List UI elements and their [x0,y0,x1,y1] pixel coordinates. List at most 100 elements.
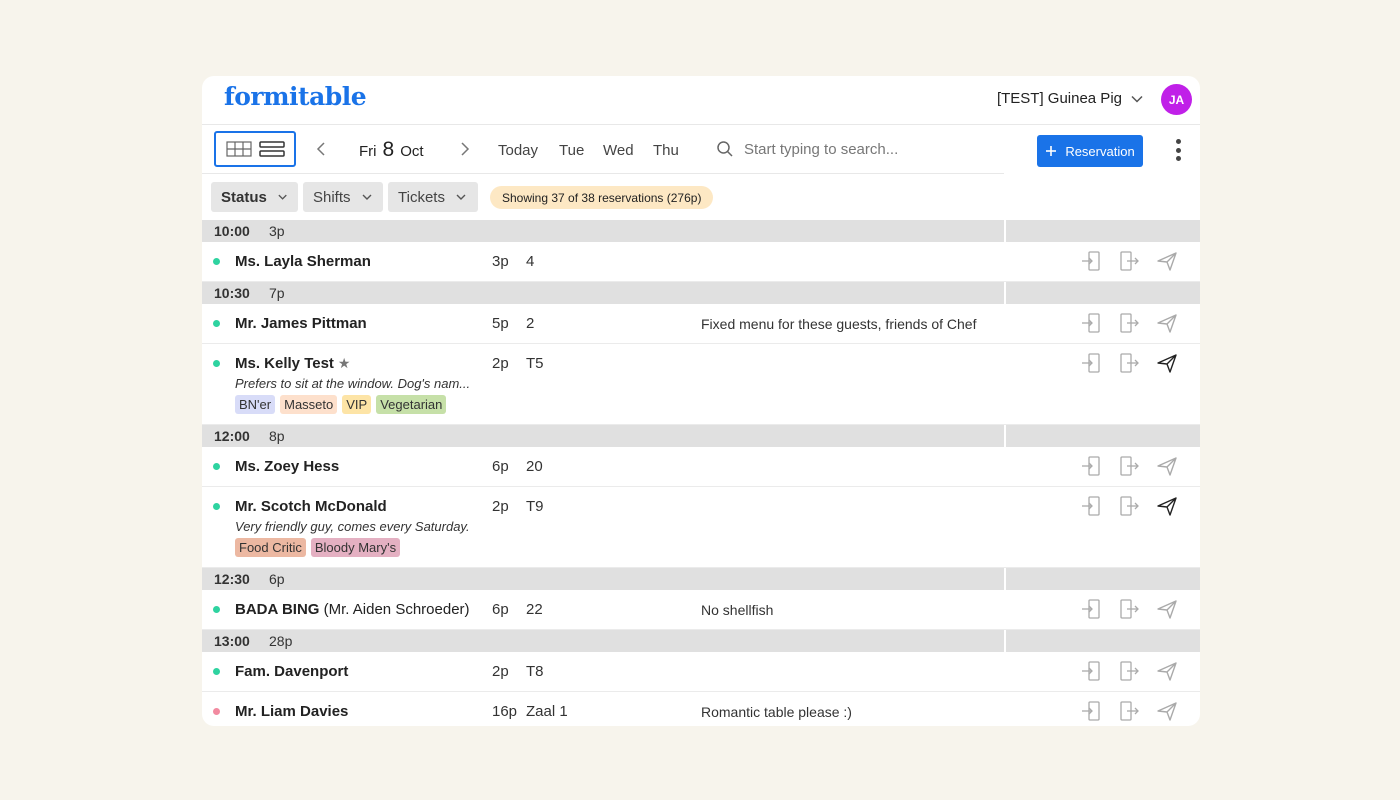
reservation-row[interactable]: Ms. Layla Sherman 3p 4 [202,242,1200,282]
check-in-icon[interactable] [1080,250,1102,272]
guest-tag: Masseto [280,395,338,414]
row-actions [1080,700,1178,722]
send-icon[interactable] [1156,700,1178,722]
send-icon[interactable] [1156,250,1178,272]
guest-name-text: Mr. Scotch McDonald [235,498,387,515]
account-name: [TEST] Guinea Pig [996,90,1122,107]
quick-day-today[interactable]: Today [498,142,538,159]
guest-name-suffix: (Mr. Aiden Schroeder) [323,601,470,618]
quick-day-wed[interactable]: Wed [603,142,634,159]
divider [1004,282,1006,304]
kebab-menu-icon[interactable] [1174,139,1182,161]
check-out-icon[interactable] [1118,700,1140,722]
check-out-icon[interactable] [1118,455,1140,477]
status-dot [213,606,220,613]
reservation-row[interactable]: Mr. Scotch McDonald Very friendly guy, co… [202,487,1200,568]
list-view-icon[interactable] [258,140,285,158]
filter-bar: Status Shifts Tickets Showing 37 of 38 r… [202,174,1200,220]
guest-tag: BN'er [235,395,276,414]
table-number: 2 [526,315,535,332]
check-out-icon[interactable] [1118,660,1140,682]
group-time: 10:30 [214,285,250,301]
reservation-row[interactable]: Mr. Liam Davies 16p Zaal 1 Romantic table p… [202,692,1200,726]
party-size: 6p [492,601,509,618]
chevron-down-icon [278,194,287,200]
guest-name[interactable]: Fam. Davenport [235,663,348,680]
status-dot [213,360,220,367]
search-input[interactable]: Start typing to search... [716,140,898,158]
party-size: 16p [492,703,518,720]
grid-view-icon[interactable] [225,140,252,158]
status-dot [213,503,220,510]
view-toggle[interactable] [214,131,296,167]
account-switcher[interactable]: [TEST] Guinea Pig [997,90,1144,107]
guest-name-text: BADA BING [235,601,320,618]
check-in-icon[interactable] [1080,660,1102,682]
chevron-left-icon[interactable] [314,141,328,157]
party-size: 5p [492,315,509,332]
guest-name[interactable]: Mr. James Pittman [235,315,367,332]
add-reservation-button[interactable]: Reservation [1037,135,1143,167]
guest-name[interactable]: Mr. Scotch McDonald [235,498,387,515]
row-actions [1080,250,1178,272]
send-icon[interactable] [1156,495,1178,517]
time-group-header: 12:00 8p [202,425,1200,447]
reservation-summary-badge: Showing 37 of 38 reservations (276p) [490,186,714,209]
time-group-header: 10:00 3p [202,220,1200,242]
check-out-icon[interactable] [1118,495,1140,517]
reservation-row[interactable]: BADA BING (Mr. Aiden Schroeder) 6p 22 No sh… [202,590,1200,630]
divider [1004,220,1006,242]
reservation-row[interactable]: Ms. Zoey Hess 6p 20 [202,447,1200,487]
row-actions [1080,495,1178,517]
divider [1004,568,1006,590]
group-time: 12:00 [214,428,250,444]
time-group-header: 12:30 6p [202,568,1200,590]
send-icon[interactable] [1156,660,1178,682]
guest-tag: VIP [342,395,372,414]
check-out-icon[interactable] [1118,598,1140,620]
group-cover-count: 8p [269,428,285,444]
toolbar: Fri 8 Oct Today Tue Wed Thu Start typing… [202,124,1200,175]
check-in-icon[interactable] [1080,495,1102,517]
shifts-filter-label: Shifts [313,188,351,206]
send-icon[interactable] [1156,455,1178,477]
check-in-icon[interactable] [1080,598,1102,620]
party-size: 2p [492,663,509,680]
check-out-icon[interactable] [1118,352,1140,374]
reservation-row[interactable]: Fam. Davenport 2p T8 [202,652,1200,692]
check-out-icon[interactable] [1118,250,1140,272]
chevron-down-icon [1131,95,1143,103]
row-actions [1080,660,1178,682]
app-logo[interactable]: formitable [224,82,367,111]
guest-name[interactable]: Ms. Zoey Hess [235,458,339,475]
reservation-row[interactable]: Mr. James Pittman 5p 2 Fixed menu for these… [202,304,1200,344]
status-filter[interactable]: Status [211,182,298,212]
plus-icon [1046,146,1057,156]
current-date[interactable]: Fri 8 Oct [359,138,424,162]
guest-name[interactable]: Ms. Layla Sherman [235,253,371,270]
check-in-icon[interactable] [1080,700,1102,722]
quick-day-tue[interactable]: Tue [559,142,584,159]
reservation-row[interactable]: Ms. Kelly Test ★ Prefers to sit at the win… [202,344,1200,425]
check-in-icon[interactable] [1080,312,1102,334]
guest-name[interactable]: Mr. Liam Davies [235,703,348,720]
chevron-down-icon [362,194,372,200]
check-in-icon[interactable] [1080,352,1102,374]
divider [1004,630,1006,652]
shifts-filter[interactable]: Shifts [303,182,383,212]
guest-name[interactable]: BADA BING (Mr. Aiden Schroeder) [235,601,470,618]
guest-name-text: Mr. Liam Davies [235,703,349,720]
group-cover-count: 3p [269,223,285,239]
chevron-right-icon[interactable] [458,141,472,157]
row-actions [1080,352,1178,374]
add-reservation-label: Reservation [1065,143,1135,159]
guest-name[interactable]: Ms. Kelly Test ★ [235,355,350,372]
quick-day-thu[interactable]: Thu [653,142,679,159]
avatar[interactable]: JA [1161,84,1192,115]
send-icon[interactable] [1156,598,1178,620]
check-out-icon[interactable] [1118,312,1140,334]
send-icon[interactable] [1156,352,1178,374]
send-icon[interactable] [1156,312,1178,334]
check-in-icon[interactable] [1080,455,1102,477]
tickets-filter[interactable]: Tickets [388,182,478,212]
